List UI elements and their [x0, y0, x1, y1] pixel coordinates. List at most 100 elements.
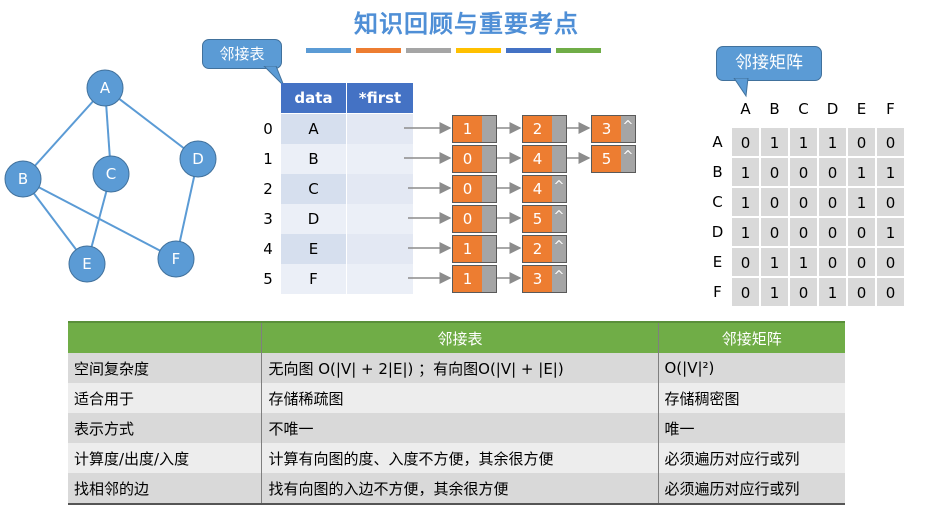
- matrix-cell: 0: [789, 187, 818, 217]
- next-pointer: [482, 116, 496, 142]
- matrix-col-label: E: [856, 100, 867, 118]
- comparison-cell: 必须遍历对应行或列: [657, 473, 845, 504]
- graph-vertex-label: F: [172, 250, 181, 268]
- matrix-row-label: D: [711, 223, 724, 241]
- matrix-cell: 0: [789, 217, 818, 247]
- matrix-cell: 0: [876, 187, 905, 217]
- color-bar: [406, 48, 451, 53]
- matrix-cell: 1: [731, 217, 760, 247]
- matrix-cell: 1: [847, 157, 876, 187]
- matrix-cell: 1: [847, 187, 876, 217]
- matrix-cell: 1: [731, 187, 760, 217]
- adj-list-header-first: *first: [347, 83, 413, 113]
- matrix-cell: 0: [760, 157, 789, 187]
- color-bar: [306, 48, 351, 53]
- adj-list-node-value: 2: [523, 236, 552, 262]
- matrix-cell: 0: [818, 187, 847, 217]
- matrix-cell: 1: [789, 247, 818, 277]
- comparison-row: 表示方式 不唯一 唯一: [68, 413, 845, 443]
- adj-list-callout: 邻接表: [202, 39, 282, 69]
- page-title: 知识回顾与重要考点: [354, 10, 579, 38]
- matrix-row-label: B: [712, 163, 723, 181]
- adj-list-header-data: data: [281, 83, 346, 113]
- adj-list-data-cell: A: [281, 114, 346, 144]
- matrix-cell: 0: [818, 157, 847, 187]
- adj-list-index: 5: [263, 270, 273, 288]
- adj-list-node-value: 1: [453, 116, 482, 142]
- color-bar: [356, 48, 401, 53]
- comparison-header-cell: [68, 322, 262, 353]
- adj-list-node-value: 5: [523, 206, 552, 232]
- null-pointer: ^: [621, 146, 635, 172]
- null-pointer: ^: [552, 206, 566, 232]
- adj-list-node-value: 3: [523, 266, 552, 292]
- adj-list-node-value: 1: [453, 266, 482, 292]
- adj-list-first-cell: [347, 174, 413, 204]
- matrix-col-label: C: [798, 100, 809, 118]
- graph-vertex-label: D: [192, 150, 204, 168]
- adj-list-first-cell: [347, 264, 413, 294]
- adj-list-node: 4 ^: [522, 175, 567, 203]
- comparison-row: 空间复杂度 无向图 O(|V| + 2|E|) ；有向图O(|V| + |E|) O…: [68, 353, 845, 383]
- color-bar: [506, 48, 551, 53]
- adj-list-node: 1: [452, 115, 497, 143]
- adj-list-index: 1: [263, 150, 273, 168]
- matrix-cell: 0: [760, 217, 789, 247]
- comparison-cell: 计算有向图的度、入度不方便，其余很方便: [261, 443, 658, 473]
- adj-list-index: 3: [263, 210, 273, 228]
- next-pointer: [482, 236, 496, 262]
- adj-list-node-value: 3: [592, 116, 621, 142]
- adj-list-first-cell: [347, 144, 413, 174]
- matrix-cell: 1: [818, 127, 847, 157]
- adj-list-node-value: 4: [523, 176, 552, 202]
- next-pointer: [482, 176, 496, 202]
- matrix-cell: 1: [760, 277, 789, 307]
- adj-list-index: 0: [263, 120, 273, 138]
- matrix-cell: 0: [789, 157, 818, 187]
- comparison-row: 找相邻的边 找有向图的入边不方便，其余很方便 必须遍历对应行或列: [68, 473, 845, 504]
- comparison-header-cell: 邻接表: [261, 322, 658, 353]
- color-bar: [456, 48, 501, 53]
- comparison-cell: 必须遍历对应行或列: [657, 443, 845, 473]
- graph-diagram: A B C D E F: [4, 69, 217, 283]
- matrix-cell: 0: [876, 277, 905, 307]
- comparison-cell: 存储稠密图: [657, 383, 845, 413]
- null-pointer: ^: [552, 266, 566, 292]
- adj-list-node-value: 0: [453, 176, 482, 202]
- matrix-cell: 0: [876, 247, 905, 277]
- matrix-cell: 0: [847, 217, 876, 247]
- matrix-col-label: A: [740, 100, 751, 118]
- comparison-cell: 存储稀疏图: [261, 383, 658, 413]
- adj-list-node: 5 ^: [522, 205, 567, 233]
- adj-list-data-cell: C: [281, 174, 346, 204]
- adj-list-node-value: 0: [453, 146, 482, 172]
- adj-list-node: 1: [452, 265, 497, 293]
- comparison-cell: 计算度/出度/入度: [74, 449, 190, 468]
- next-pointer: [482, 206, 496, 232]
- null-pointer: ^: [552, 176, 566, 202]
- matrix-cell: 0: [789, 277, 818, 307]
- matrix-cell: 0: [847, 247, 876, 277]
- graph-vertex-label: C: [106, 165, 116, 183]
- matrix-row-label: A: [712, 133, 723, 151]
- adj-list-node: 1: [452, 235, 497, 263]
- comparison-cell: 无向图 O(|V| + 2|E|) ；有向图O(|V| + |E|): [261, 353, 658, 383]
- comparison-cell: 找有向图的入边不方便，其余很方便: [261, 473, 658, 504]
- comparison-row: 适合用于 存储稀疏图 存储稠密图: [68, 383, 845, 413]
- adj-list-first-cell: [347, 114, 413, 144]
- graph-vertex-label: B: [18, 170, 28, 188]
- callout-tail-icon: [733, 78, 749, 98]
- matrix-row-label: F: [713, 283, 722, 301]
- matrix-cell: 0: [847, 277, 876, 307]
- matrix-col-label: D: [826, 100, 839, 118]
- adj-list-first-cell: [347, 234, 413, 264]
- adj-list-data-cell: E: [281, 234, 346, 264]
- null-pointer: ^: [552, 236, 566, 262]
- matrix-cell: 1: [760, 247, 789, 277]
- graph-vertex-label: E: [82, 255, 91, 273]
- comparison-cell: 适合用于: [74, 389, 135, 408]
- matrix-cell: 0: [731, 277, 760, 307]
- next-pointer: [552, 146, 566, 172]
- matrix-row-label: C: [712, 193, 723, 211]
- adj-list-index: 4: [263, 240, 273, 258]
